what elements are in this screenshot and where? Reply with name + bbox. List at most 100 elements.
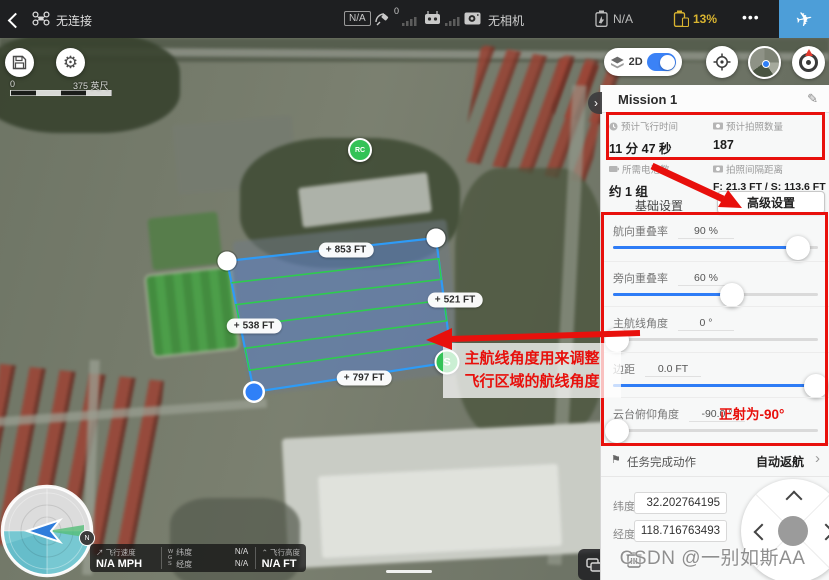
nudge-dpad[interactable] bbox=[741, 479, 829, 580]
slider-knob[interactable] bbox=[605, 419, 629, 443]
slider-value-field[interactable]: 90 % bbox=[678, 225, 734, 239]
slider-value-field[interactable]: 0 ° bbox=[678, 317, 734, 331]
gear-icon: ⚙ bbox=[63, 54, 78, 71]
longitude-input[interactable]: 118.716763493 bbox=[634, 520, 727, 542]
edge-length-label[interactable]: +538 FT bbox=[227, 319, 282, 334]
battery-icon bbox=[609, 165, 619, 173]
mission-header: Mission 1 ✎ bbox=[601, 85, 829, 113]
latitude-input[interactable]: 32.202764195 bbox=[634, 492, 727, 514]
map-mode-label: 2D bbox=[629, 56, 643, 68]
top-status-bar: 无连接 N/A 0 无相机 bbox=[0, 0, 829, 38]
speed-value: N/A MPH bbox=[96, 558, 155, 570]
gps-signal-bars-icon bbox=[402, 15, 418, 26]
nudge-left-button[interactable] bbox=[754, 524, 771, 541]
map-scale-line bbox=[386, 570, 432, 573]
edge-length-label[interactable]: +853 FT bbox=[319, 243, 374, 258]
stat-photo-interval: 拍照间隔距离 F: 21.3 FT / S: 113.6 FT bbox=[713, 162, 825, 193]
compass-needle-icon bbox=[805, 49, 813, 56]
edge-length-label[interactable]: +797 FT bbox=[337, 371, 392, 386]
mission-settings-button[interactable]: ⚙ bbox=[56, 48, 85, 77]
move-handle-icon: + bbox=[234, 321, 240, 332]
finish-action-label: 任务完成动作 bbox=[627, 454, 696, 470]
edge-length-label[interactable]: +521 FT bbox=[428, 293, 483, 308]
aircraft-battery-icon bbox=[594, 10, 609, 27]
slider-label: 旁向重叠率 bbox=[613, 270, 668, 286]
minimap-button[interactable] bbox=[748, 46, 781, 79]
nudge-up-button[interactable] bbox=[786, 491, 803, 508]
finish-action-row[interactable]: ⚑ 任务完成动作 自动返航 › bbox=[601, 443, 829, 477]
slider-track[interactable] bbox=[613, 246, 818, 249]
drone-icon bbox=[32, 11, 50, 26]
locate-button[interactable] bbox=[706, 46, 738, 78]
wgs-label: WGS bbox=[168, 546, 173, 570]
connection-status: 无连接 bbox=[56, 12, 92, 29]
slider-fill bbox=[613, 384, 816, 387]
move-handle-icon: + bbox=[326, 245, 332, 256]
layers-icon bbox=[610, 56, 625, 69]
compass-reset-button[interactable] bbox=[792, 46, 825, 79]
telemetry-lng-value: N/A bbox=[235, 559, 248, 570]
gimbal-annotation-note: 正射为-90° bbox=[719, 403, 784, 423]
airplane-icon: ✈ bbox=[793, 5, 815, 33]
map-mode-pill[interactable]: 2D bbox=[604, 48, 682, 76]
minimap-position-dot bbox=[762, 60, 770, 68]
slider-knob[interactable] bbox=[804, 374, 828, 398]
map-scale-bar: 0375 英尺 bbox=[10, 79, 112, 96]
chevron-right-icon: › bbox=[594, 96, 598, 110]
telemetry-lat-value: N/A bbox=[235, 547, 248, 558]
tab-basic-settings[interactable]: 基础设置 bbox=[611, 195, 707, 215]
gps-count: 0 bbox=[394, 6, 399, 16]
photo-icon bbox=[713, 165, 723, 173]
back-button[interactable] bbox=[10, 13, 21, 31]
app-window: +853 FT +521 FT +538 FT +797 FT RC S 037… bbox=[0, 0, 829, 580]
clock-icon bbox=[609, 122, 618, 131]
delete-mission-icon[interactable] bbox=[626, 551, 642, 568]
longitude-label: 经度 bbox=[613, 526, 635, 542]
stat-photo-count: 预计拍照数量 187 bbox=[713, 119, 825, 152]
aircraft-battery-value: N/A bbox=[613, 12, 633, 26]
slider-track[interactable] bbox=[613, 384, 818, 387]
chevron-right-icon: › bbox=[815, 450, 820, 467]
stat-flight-time: 预计飞行时间 11 分 47 秒 bbox=[609, 119, 721, 157]
save-mission-button[interactable] bbox=[5, 48, 34, 77]
slider-row-gimbal-pitch: 云台俯仰角度-90.0 ° 正射为-90° bbox=[601, 397, 829, 443]
attitude-compass bbox=[0, 484, 94, 578]
slider-knob[interactable] bbox=[786, 236, 810, 260]
telemetry-bar: ↗ 飞行速度 N/A MPH WGS 纬度N/A 经度N/A ⌃ 飞行高度 N/… bbox=[90, 544, 306, 572]
remote-controller-icon bbox=[424, 11, 441, 26]
gps-satellite-icon bbox=[374, 10, 391, 27]
slider-value-field[interactable]: 0.0 FT bbox=[645, 363, 701, 377]
slider-fill bbox=[613, 246, 798, 249]
latitude-label: 纬度 bbox=[613, 498, 635, 514]
edit-mission-icon[interactable]: ✎ bbox=[807, 91, 818, 107]
photo-icon bbox=[713, 122, 723, 130]
altitude-icon: ⌃ bbox=[262, 548, 268, 557]
slider-fill bbox=[613, 293, 732, 296]
2d-3d-toggle[interactable] bbox=[647, 53, 676, 71]
takeoff-button[interactable]: ✈ bbox=[779, 0, 829, 38]
more-menu-button[interactable]: ••• bbox=[742, 9, 760, 25]
nudge-right-button[interactable] bbox=[818, 524, 829, 541]
mission-panel: Mission 1 ✎ 预计飞行时间 11 分 47 秒 预计拍照数量 187 … bbox=[600, 85, 829, 580]
slider-row-margin: 边距0.0 FT bbox=[601, 352, 829, 398]
slider-track[interactable] bbox=[613, 338, 818, 341]
slider-row-course-angle: 主航线角度0 ° bbox=[601, 306, 829, 352]
save-icon bbox=[12, 55, 27, 70]
camera-status: 无相机 bbox=[488, 12, 524, 29]
slider-row-course-overlap: 航向重叠率 90 % bbox=[601, 215, 829, 260]
rc-signal-bars-icon bbox=[445, 15, 461, 26]
finish-action-value: 自动返航 bbox=[756, 453, 804, 470]
slider-track[interactable] bbox=[613, 429, 818, 432]
slider-track[interactable] bbox=[613, 293, 818, 296]
crosshair-icon bbox=[713, 53, 731, 71]
speed-arrow-icon: ↗ bbox=[96, 548, 104, 557]
camera-icon bbox=[464, 11, 481, 26]
flight-mode-badge: N/A bbox=[344, 11, 371, 26]
scale-zero: 0 bbox=[10, 79, 15, 89]
slider-knob[interactable] bbox=[720, 283, 744, 307]
slider-row-side-overlap: 旁向重叠率60 % bbox=[601, 261, 829, 307]
slider-label: 航向重叠率 bbox=[613, 223, 668, 239]
nudge-center-button[interactable] bbox=[778, 516, 808, 546]
altitude-value: N/A FT bbox=[262, 558, 300, 570]
tab-advanced-settings[interactable]: 高级设置 bbox=[717, 191, 825, 214]
